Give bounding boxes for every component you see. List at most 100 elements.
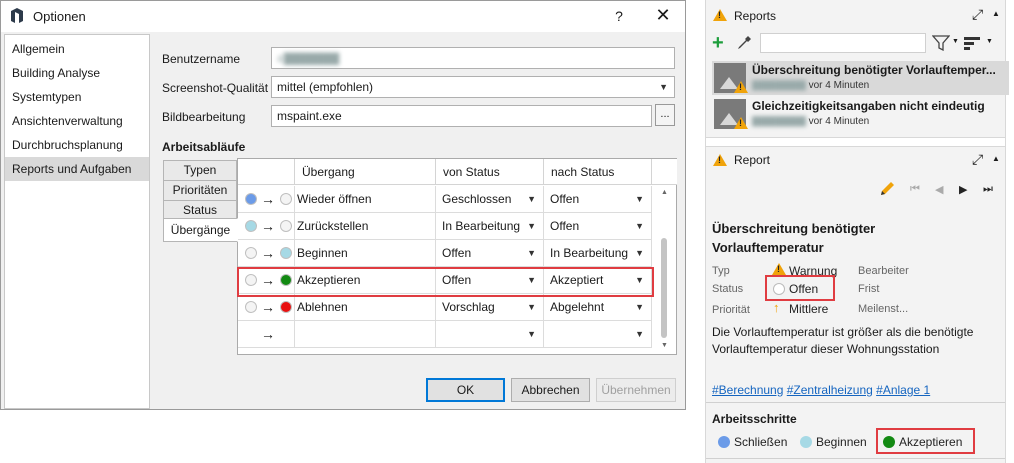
arrow-right-icon: →	[261, 326, 275, 342]
next-icon[interactable]: ▶	[959, 183, 967, 196]
to-status-select[interactable]: In Bearbeitung ▼	[544, 240, 652, 266]
transition-name-cell[interactable]: Zurückstellen	[295, 213, 436, 239]
report-item-1[interactable]: Überschreitung benötigter Vorlauftemper.…	[712, 61, 1009, 95]
help-button[interactable]: ?	[607, 5, 631, 27]
type-label: Typ	[712, 265, 730, 277]
ok-button[interactable]: OK	[426, 378, 505, 402]
divider	[706, 458, 1005, 459]
first-icon[interactable]: ⏮	[910, 183, 920, 196]
from-status-select[interactable]: Geschlossen ▼	[436, 186, 544, 212]
to-status-dot-icon	[280, 301, 292, 313]
editor-input[interactable]: mspaint.exe	[271, 105, 652, 127]
quality-select[interactable]: mittel (empfohlen) ▼	[271, 76, 675, 98]
header-uebergang: Übergang	[295, 159, 436, 185]
divider	[706, 402, 1005, 403]
username-value: a	[277, 51, 284, 65]
reports-search-input[interactable]	[760, 33, 926, 53]
transition-name-cell[interactable]	[295, 321, 436, 347]
step-schliessen[interactable]: Schließen	[734, 435, 787, 449]
nav-item-ansichtenverwaltung[interactable]: Ansichtenverwaltung	[5, 109, 149, 133]
table-row[interactable]: → Ablehnen Vorschlag ▼ Abgelehnt ▼	[238, 294, 652, 321]
scroll-down-icon[interactable]: ▼	[661, 342, 668, 349]
warning-icon	[772, 263, 786, 275]
previous-icon[interactable]: ◀	[935, 183, 943, 196]
description-line1: Die Vorlauftemperatur ist größer als die…	[712, 325, 974, 339]
report-item-meta: ▇▇▇▇▇▇▇ vor 4 Minuten	[752, 116, 870, 127]
status-label: Status	[712, 283, 744, 295]
warning-icon	[713, 9, 727, 21]
close-icon[interactable]: ✕	[651, 5, 675, 27]
tag-berechnung[interactable]: #Berechnung	[712, 383, 783, 397]
expand-icon[interactable]: ⤢	[972, 6, 983, 23]
scrollbar-thumb[interactable]	[661, 238, 667, 338]
priority-up-icon: ↑	[773, 300, 780, 315]
table-row[interactable]: → Wieder öffnen Geschlossen ▼ Offen ▼	[238, 186, 652, 213]
transition-name-cell[interactable]: Ablehnen	[295, 294, 436, 320]
assignee-label: Bearbeiter	[858, 265, 909, 277]
collapse-up-icon[interactable]: ▲	[992, 154, 1000, 163]
options-dialog: Optionen ? ✕ Allgemein Building Analyse …	[0, 0, 686, 410]
filter-icon[interactable]	[932, 35, 950, 51]
dialog-title: Optionen	[33, 9, 86, 24]
chevron-down-icon: ▼	[527, 248, 536, 258]
table-scrollbar[interactable]: ▲ ▼	[654, 186, 676, 354]
tags-row: #Berechnung #Zentralheizung #Anlage 1	[712, 383, 930, 397]
from-status-select[interactable]: ▼	[436, 321, 544, 347]
reports-side-panel: Reports ⤢ ▲ + ▼ ▼ Überschreitung benötig…	[705, 0, 1009, 463]
transition-name-cell[interactable]: Wieder öffnen	[295, 186, 436, 212]
chevron-down-icon: ▼	[527, 194, 536, 204]
transition-name-cell[interactable]: Beginnen	[295, 240, 436, 266]
from-status-dot-icon	[245, 301, 257, 313]
step-beginnen[interactable]: Beginnen	[816, 435, 867, 449]
tag-zentralheizung[interactable]: #Zentralheizung	[787, 383, 873, 397]
tab-uebergaenge[interactable]: Übergänge	[163, 218, 238, 242]
dialog-titlebar: Optionen ? ✕	[1, 1, 685, 32]
to-status-select[interactable]: Offen ▼	[544, 213, 652, 239]
arrow-right-icon: →	[261, 245, 275, 261]
to-status-select[interactable]: Abgelehnt ▼	[544, 294, 652, 320]
scroll-up-icon[interactable]: ▲	[661, 189, 668, 196]
table-row[interactable]: → Zurückstellen In Bearbeitung ▼ Offen ▼	[238, 213, 652, 240]
arrow-right-icon: →	[261, 218, 275, 234]
header-nach-status: nach Status	[544, 159, 652, 185]
sort-icon[interactable]	[964, 36, 982, 50]
add-icon[interactable]: +	[712, 33, 724, 53]
expand-icon[interactable]: ⤢	[972, 151, 983, 168]
report-item-2[interactable]: Gleichzeitigkeitsangaben nicht eindeutig…	[712, 97, 1009, 131]
username-input[interactable]: a▇▇▇▇▇▇	[271, 47, 675, 69]
header-filler	[652, 159, 677, 185]
from-status-value: Offen	[442, 246, 472, 260]
sort-dropdown-icon[interactable]: ▼	[986, 38, 993, 45]
tag-anlage-1[interactable]: #Anlage 1	[876, 383, 930, 397]
to-status-select[interactable]: Offen ▼	[544, 186, 652, 212]
to-status-select[interactable]: ▼	[544, 321, 652, 347]
nav-item-durchbruchsplanung[interactable]: Durchbruchsplanung	[5, 133, 149, 157]
nav-item-allgemein[interactable]: Allgemein	[5, 37, 149, 61]
from-status-select[interactable]: Vorschlag ▼	[436, 294, 544, 320]
nav-item-reports-und-aufgaben[interactable]: Reports und Aufgaben	[5, 157, 149, 181]
pencil-icon[interactable]	[878, 180, 896, 198]
warning-icon	[734, 117, 748, 129]
nav-item-systemtypen[interactable]: Systemtypen	[5, 85, 149, 109]
eyedropper-icon[interactable]	[736, 35, 752, 51]
username-redacted: ▇▇▇▇▇▇	[283, 51, 340, 65]
tab-typen[interactable]: Typen	[163, 160, 237, 181]
cancel-button[interactable]: Abbrechen	[511, 378, 590, 402]
options-nav-list: Allgemein Building Analyse Systemtypen A…	[4, 34, 150, 409]
last-icon[interactable]: ⏭	[983, 183, 993, 196]
table-row[interactable]: → Beginnen Offen ▼ In Bearbeitung ▼	[238, 240, 652, 267]
browse-button[interactable]: ...	[655, 104, 675, 126]
filter-dropdown-icon[interactable]: ▼	[952, 38, 959, 45]
from-status-select[interactable]: Offen ▼	[436, 240, 544, 266]
from-status-select[interactable]: In Bearbeitung ▼	[436, 213, 544, 239]
apply-button[interactable]: Übernehmen	[596, 378, 676, 402]
collapse-up-icon[interactable]: ▲	[992, 9, 1000, 18]
priority-value: Mittlere	[789, 302, 829, 316]
table-row[interactable]: → ▼ ▼	[238, 321, 652, 348]
nav-item-building-analyse[interactable]: Building Analyse	[5, 61, 149, 85]
to-status-dot-icon	[280, 220, 292, 232]
panel-separator	[706, 137, 1005, 147]
from-status-dot-icon	[245, 247, 257, 259]
from-status-value: Geschlossen	[442, 192, 512, 206]
tab-prioritaeten[interactable]: Prioritäten	[163, 180, 237, 201]
